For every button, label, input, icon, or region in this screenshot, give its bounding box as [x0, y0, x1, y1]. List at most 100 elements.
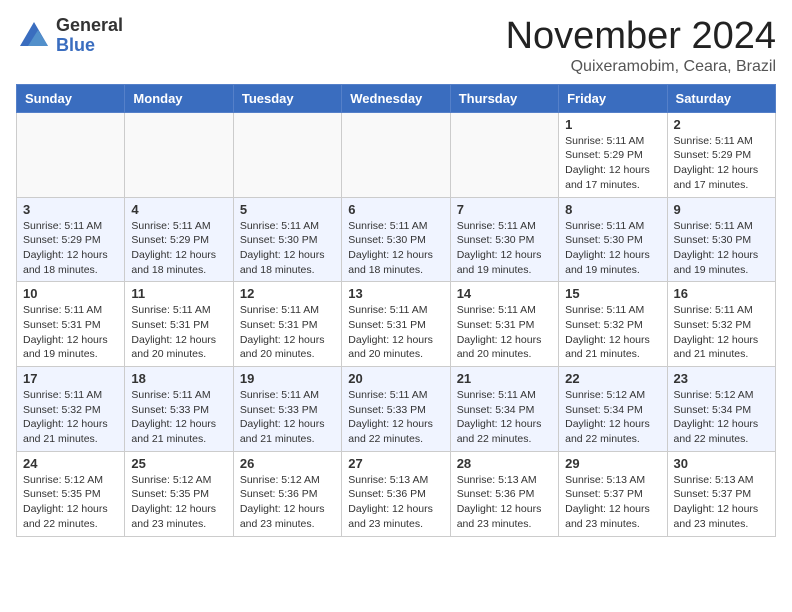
day-number: 15 [565, 286, 660, 301]
day-number: 16 [674, 286, 769, 301]
calendar-day-cell: 2Sunrise: 5:11 AMSunset: 5:29 PMDaylight… [667, 112, 775, 197]
calendar-week-row: 3 Sunrise: 5:11 AMSunset: 5:29 PMDaylight… [17, 197, 776, 282]
day-info: Sunrise: 5:11 AMSunset: 5:33 PMDaylight:… [131, 388, 226, 447]
day-info: Sunrise: 5:13 AMSunset: 5:37 PMDaylight:… [565, 473, 660, 532]
day-info: Sunrise: 5:11 AMSunset: 5:29 PMDaylight:… [131, 219, 226, 278]
day-info: Sunrise: 5:11 AMSunset: 5:30 PMDaylight:… [674, 219, 769, 278]
day-info: Sunrise: 5:13 AMSunset: 5:36 PMDaylight:… [348, 473, 443, 532]
day-info: Sunrise: 5:11 AMSunset: 5:33 PMDaylight:… [240, 388, 335, 447]
calendar-day-cell: 16 Sunrise: 5:11 AMSunset: 5:32 PMDayligh… [667, 282, 775, 367]
calendar-week-row: 10 Sunrise: 5:11 AMSunset: 5:31 PMDayligh… [17, 282, 776, 367]
day-info: Sunrise: 5:13 AMSunset: 5:36 PMDaylight:… [457, 473, 552, 532]
day-info: Sunrise: 5:11 AMSunset: 5:31 PMDaylight:… [348, 303, 443, 362]
calendar-day-cell: 5Sunrise: 5:11 AMSunset: 5:30 PMDaylight… [233, 197, 341, 282]
day-info: Sunrise: 5:11 AMSunset: 5:29 PMDaylight:… [565, 134, 660, 193]
calendar-day-cell: 21Sunrise: 5:11 AMSunset: 5:34 PMDayligh… [450, 367, 558, 452]
weekday-header: Sunday [17, 84, 125, 112]
day-number: 9 [674, 202, 769, 217]
day-info: Sunrise: 5:11 AMSunset: 5:30 PMDaylight:… [565, 219, 660, 278]
day-number: 7 [457, 202, 552, 217]
calendar-day-cell [450, 112, 558, 197]
day-info: Sunrise: 5:11 AMSunset: 5:34 PMDaylight:… [457, 388, 552, 447]
day-info: Sunrise: 5:11 AMSunset: 5:30 PMDaylight:… [348, 219, 443, 278]
calendar-day-cell: 6 Sunrise: 5:11 AMSunset: 5:30 PMDaylight… [342, 197, 450, 282]
day-number: 4 [131, 202, 226, 217]
calendar-day-cell: 24Sunrise: 5:12 AMSunset: 5:35 PMDayligh… [17, 451, 125, 536]
calendar-day-cell: 9 Sunrise: 5:11 AMSunset: 5:30 PMDaylight… [667, 197, 775, 282]
weekday-header: Wednesday [342, 84, 450, 112]
day-info: Sunrise: 5:12 AMSunset: 5:34 PMDaylight:… [674, 388, 769, 447]
day-number: 13 [348, 286, 443, 301]
calendar-day-cell: 29 Sunrise: 5:13 AMSunset: 5:37 PMDayligh… [559, 451, 667, 536]
calendar-day-cell: 13 Sunrise: 5:11 AMSunset: 5:31 PMDayligh… [342, 282, 450, 367]
calendar-day-cell [17, 112, 125, 197]
weekday-header: Friday [559, 84, 667, 112]
calendar-week-row: 24Sunrise: 5:12 AMSunset: 5:35 PMDayligh… [17, 451, 776, 536]
day-info: Sunrise: 5:11 AMSunset: 5:29 PMDaylight:… [23, 219, 118, 278]
day-number: 3 [23, 202, 118, 217]
day-number: 6 [348, 202, 443, 217]
calendar-day-cell: 19 Sunrise: 5:11 AMSunset: 5:33 PMDayligh… [233, 367, 341, 452]
day-info: Sunrise: 5:11 AMSunset: 5:31 PMDaylight:… [131, 303, 226, 362]
day-info: Sunrise: 5:12 AMSunset: 5:34 PMDaylight:… [565, 388, 660, 447]
day-info: Sunrise: 5:11 AMSunset: 5:32 PMDaylight:… [674, 303, 769, 362]
day-number: 20 [348, 371, 443, 386]
calendar-day-cell: 25Sunrise: 5:12 AMSunset: 5:35 PMDayligh… [125, 451, 233, 536]
day-info: Sunrise: 5:11 AMSunset: 5:33 PMDaylight:… [348, 388, 443, 447]
calendar-day-cell [233, 112, 341, 197]
day-number: 8 [565, 202, 660, 217]
day-number: 1 [565, 117, 660, 132]
day-number: 27 [348, 456, 443, 471]
page-header: General Blue November 2024 Quixeramobim,… [16, 16, 776, 76]
weekday-header: Monday [125, 84, 233, 112]
calendar-day-cell: 30Sunrise: 5:13 AMSunset: 5:37 PMDayligh… [667, 451, 775, 536]
day-number: 28 [457, 456, 552, 471]
day-info: Sunrise: 5:11 AMSunset: 5:31 PMDaylight:… [23, 303, 118, 362]
calendar-day-cell: 22 Sunrise: 5:12 AMSunset: 5:34 PMDayligh… [559, 367, 667, 452]
day-info: Sunrise: 5:11 AMSunset: 5:32 PMDaylight:… [23, 388, 118, 447]
calendar-day-cell: 7 Sunrise: 5:11 AMSunset: 5:30 PMDaylight… [450, 197, 558, 282]
day-number: 17 [23, 371, 118, 386]
calendar-day-cell: 26 Sunrise: 5:12 AMSunset: 5:36 PMDayligh… [233, 451, 341, 536]
day-info: Sunrise: 5:11 AMSunset: 5:31 PMDaylight:… [240, 303, 335, 362]
day-info: Sunrise: 5:13 AMSunset: 5:37 PMDaylight:… [674, 473, 769, 532]
weekday-header-row: SundayMondayTuesdayWednesdayThursdayFrid… [17, 84, 776, 112]
day-info: Sunrise: 5:11 AMSunset: 5:30 PMDaylight:… [457, 219, 552, 278]
calendar-week-row: 1 Sunrise: 5:11 AMSunset: 5:29 PMDaylight… [17, 112, 776, 197]
title-block: November 2024 Quixeramobim, Ceara, Brazi… [506, 16, 776, 76]
weekday-header: Tuesday [233, 84, 341, 112]
day-number: 25 [131, 456, 226, 471]
calendar-week-row: 17 Sunrise: 5:11 AMSunset: 5:32 PMDayligh… [17, 367, 776, 452]
calendar-day-cell: 28 Sunrise: 5:13 AMSunset: 5:36 PMDayligh… [450, 451, 558, 536]
calendar-day-cell [342, 112, 450, 197]
calendar-day-cell: 20 Sunrise: 5:11 AMSunset: 5:33 PMDayligh… [342, 367, 450, 452]
day-number: 23 [674, 371, 769, 386]
logo-blue: Blue [56, 36, 123, 56]
day-number: 10 [23, 286, 118, 301]
day-info: Sunrise: 5:12 AMSunset: 5:36 PMDaylight:… [240, 473, 335, 532]
calendar-day-cell: 23 Sunrise: 5:12 AMSunset: 5:34 PMDayligh… [667, 367, 775, 452]
day-info: Sunrise: 5:11 AMSunset: 5:32 PMDaylight:… [565, 303, 660, 362]
calendar-day-cell [125, 112, 233, 197]
calendar-day-cell: 10 Sunrise: 5:11 AMSunset: 5:31 PMDayligh… [17, 282, 125, 367]
day-number: 14 [457, 286, 552, 301]
calendar-day-cell: 8 Sunrise: 5:11 AMSunset: 5:30 PMDaylight… [559, 197, 667, 282]
calendar-day-cell: 12Sunrise: 5:11 AMSunset: 5:31 PMDayligh… [233, 282, 341, 367]
calendar-day-cell: 17 Sunrise: 5:11 AMSunset: 5:32 PMDayligh… [17, 367, 125, 452]
month-title: November 2024 [506, 16, 776, 58]
logo-general: General [56, 16, 123, 36]
calendar-day-cell: 4 Sunrise: 5:11 AMSunset: 5:29 PMDaylight… [125, 197, 233, 282]
day-number: 11 [131, 286, 226, 301]
day-number: 22 [565, 371, 660, 386]
weekday-header: Thursday [450, 84, 558, 112]
day-number: 26 [240, 456, 335, 471]
calendar-day-cell: 18 Sunrise: 5:11 AMSunset: 5:33 PMDayligh… [125, 367, 233, 452]
calendar-day-cell: 14Sunrise: 5:11 AMSunset: 5:31 PMDayligh… [450, 282, 558, 367]
day-number: 18 [131, 371, 226, 386]
day-number: 2 [674, 117, 769, 132]
day-info: Sunrise: 5:12 AMSunset: 5:35 PMDaylight:… [23, 473, 118, 532]
logo-text: General Blue [56, 16, 123, 56]
day-number: 29 [565, 456, 660, 471]
weekday-header: Saturday [667, 84, 775, 112]
day-number: 19 [240, 371, 335, 386]
